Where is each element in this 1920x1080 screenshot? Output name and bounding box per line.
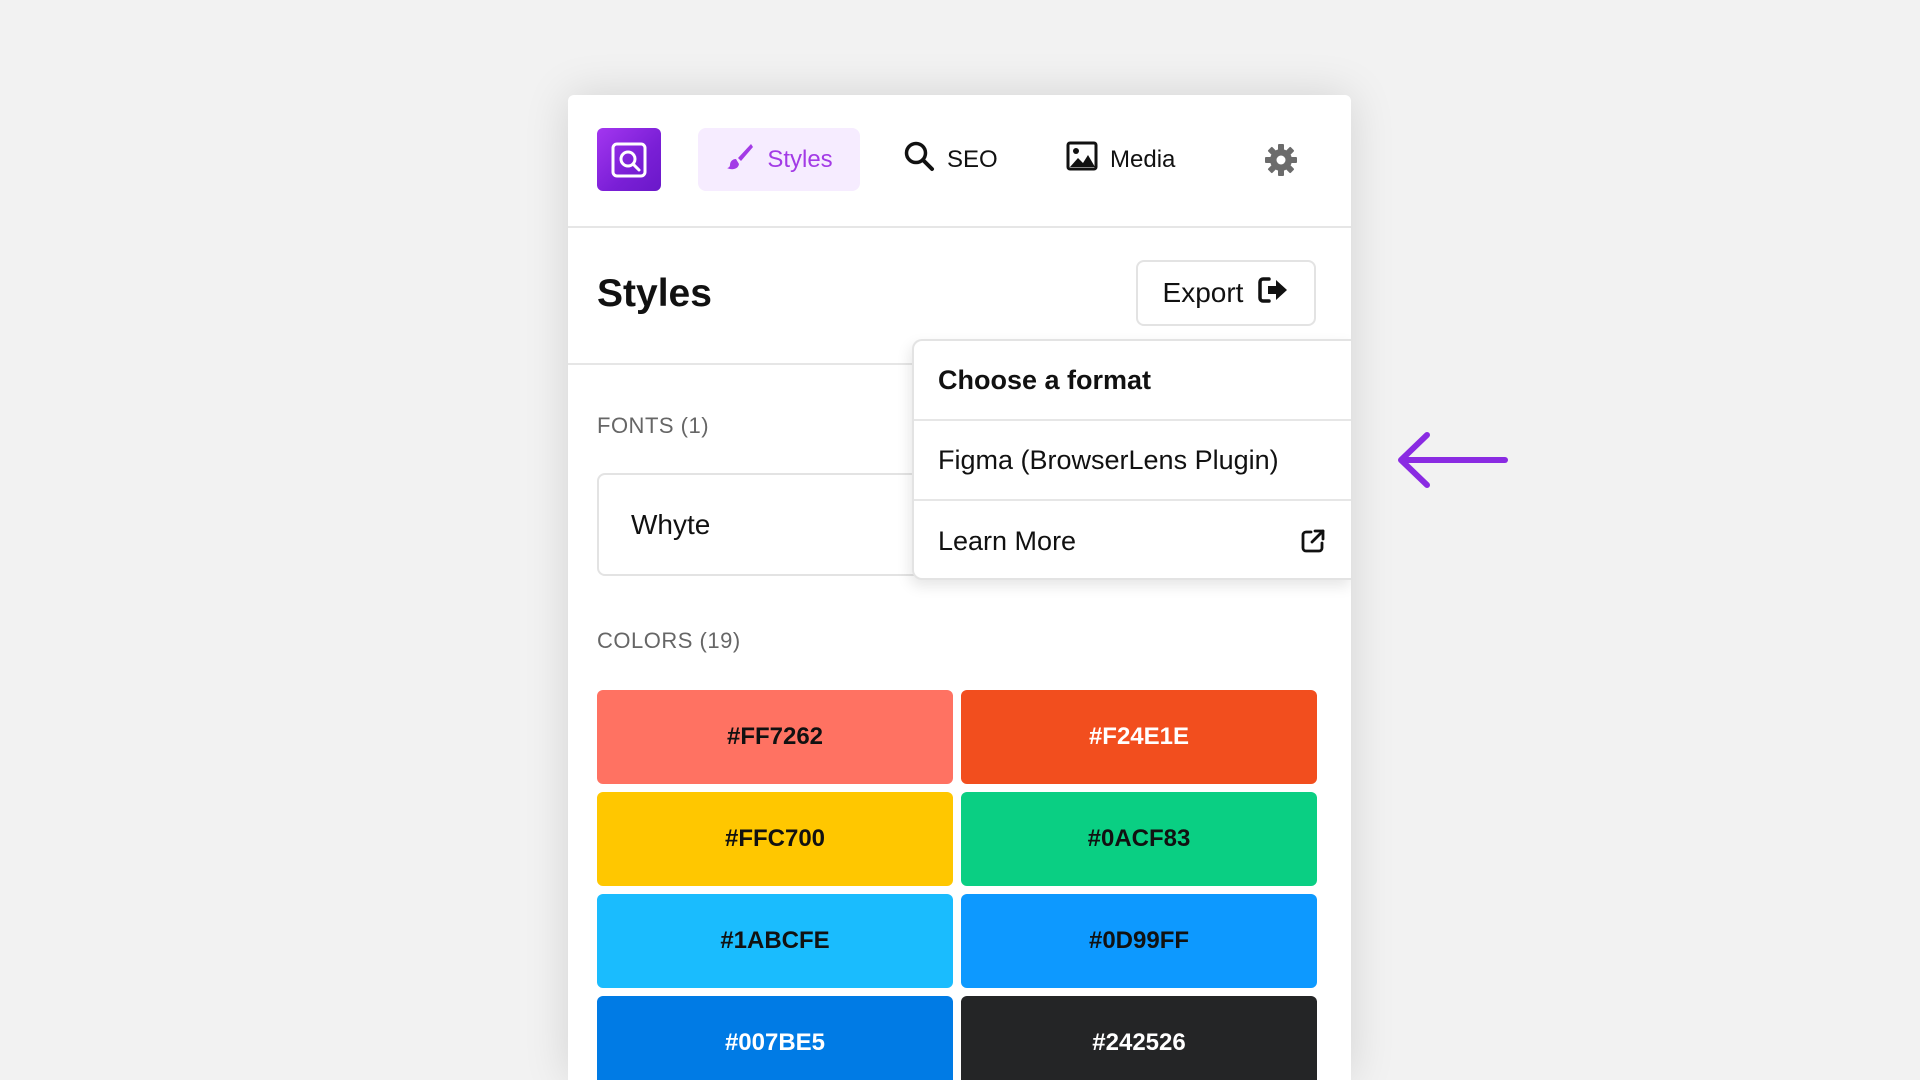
color-swatch-hex: #1ABCFE: [720, 927, 830, 954]
color-swatch[interactable]: #0D99FF: [961, 894, 1317, 988]
color-swatch[interactable]: #FF7262: [597, 690, 953, 784]
menu-item-label: Figma (BrowserLens Plugin): [938, 444, 1279, 475]
tab-styles[interactable]: Styles: [698, 128, 860, 191]
export-label: Export: [1162, 277, 1244, 308]
sign-out-icon: [1257, 276, 1289, 311]
menu-item-figma-plugin[interactable]: Figma (BrowserLens Plugin): [914, 421, 1351, 501]
tab-media-label: Media: [1110, 145, 1176, 173]
search-icon: [903, 140, 935, 179]
color-swatch-hex: #0D99FF: [1088, 927, 1190, 954]
export-button[interactable]: Export: [1136, 260, 1316, 326]
gear-icon[interactable]: [1263, 142, 1299, 178]
page-title: Styles: [597, 272, 712, 315]
color-swatch-hex: #242526: [1092, 1029, 1186, 1056]
color-swatch-hex: #007BE5: [724, 1029, 826, 1056]
color-swatch-hex: #F24E1E: [1088, 723, 1190, 750]
color-swatch[interactable]: #007BE5: [597, 996, 953, 1080]
color-swatch-hex: #FFC700: [724, 825, 826, 852]
color-swatch-grid: #FF7262 #F24E1E #FFC700 #0ACF83 #1ABCFE #0D99…: [597, 690, 1319, 1080]
browserlens-logo-icon[interactable]: [597, 128, 661, 191]
color-swatch-hex: #FF7262: [726, 723, 824, 750]
external-link-icon: [1300, 528, 1326, 554]
dropdown-heading: Choose a format: [914, 341, 1351, 421]
color-swatch-hex: #0ACF83: [1087, 825, 1191, 852]
font-name: Whyte: [631, 509, 711, 540]
tab-styles-label: Styles: [767, 145, 833, 173]
paintbrush-icon: [725, 141, 755, 178]
color-swatch[interactable]: #1ABCFE: [597, 894, 953, 988]
image-icon: [1066, 141, 1098, 178]
browserlens-panel: Styles SEO Media Styles Export FONTS (1)…: [568, 95, 1351, 1080]
color-swatch[interactable]: #242526: [961, 996, 1317, 1080]
menu-item-learn-more[interactable]: Learn More: [914, 501, 1351, 581]
dropdown-heading-text: Choose a format: [938, 364, 1152, 395]
tab-seo[interactable]: SEO: [903, 128, 998, 191]
annotation-arrow-icon: [1398, 432, 1508, 488]
color-swatch[interactable]: #0ACF83: [961, 792, 1317, 886]
tab-media[interactable]: Media: [1066, 128, 1175, 191]
color-swatch[interactable]: #F24E1E: [961, 690, 1317, 784]
top-nav: Styles SEO Media: [568, 95, 1351, 228]
fonts-section-label: FONTS (1): [597, 413, 710, 438]
tab-seo-label: SEO: [947, 145, 998, 173]
colors-section-label: COLORS (19): [597, 628, 741, 653]
color-swatch[interactable]: #FFC700: [597, 792, 953, 886]
export-format-dropdown: Choose a format Figma (BrowserLens Plugi…: [912, 339, 1351, 580]
menu-item-label: Learn More: [938, 525, 1077, 556]
